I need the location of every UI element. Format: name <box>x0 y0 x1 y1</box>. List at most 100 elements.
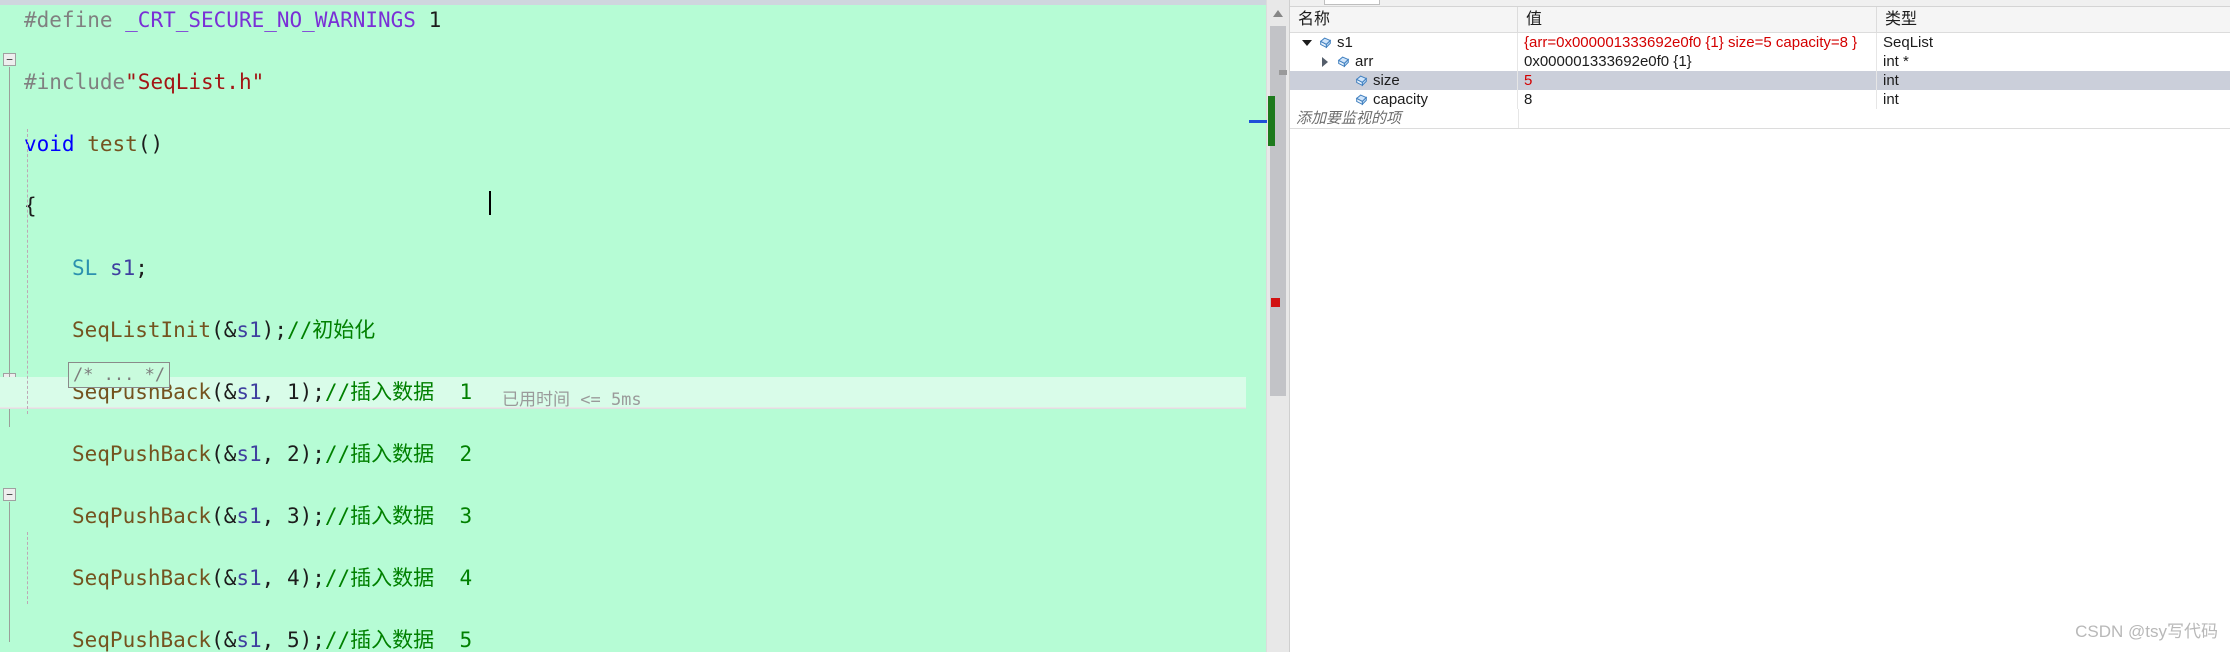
code-token: SL <box>72 256 98 280</box>
code-line-text: { <box>24 191 37 222</box>
watch-cell-name[interactable]: s1 <box>1290 33 1518 52</box>
add-watch-row[interactable]: 添加要监视的项 <box>1290 109 2230 128</box>
collapsed-comment-region[interactable]: /* ... */ <box>68 362 170 388</box>
tree-expand-arrow-icon[interactable] <box>1320 57 1330 67</box>
code-token: s1 <box>236 318 262 342</box>
code-token: s1 <box>236 504 262 528</box>
watch-cell-name[interactable]: size <box>1290 71 1518 90</box>
code-line-text: #include"SeqList.h" <box>24 67 264 98</box>
code-token: , 1); <box>261 380 325 404</box>
indent-guide-main-body <box>27 532 28 604</box>
code-line[interactable]: void test() <box>0 129 1246 160</box>
watch-row[interactable]: capacity 8 int <box>1290 90 2230 109</box>
add-watch-placeholder: 添加要监视的项 <box>1296 110 1402 127</box>
code-token: () <box>137 132 164 156</box>
code-token: , 5); <box>261 628 325 652</box>
code-token: //初始化 <box>286 318 376 342</box>
column-header-name[interactable]: 名称 <box>1290 7 1518 32</box>
code-token: //插入数据 3 <box>324 504 473 528</box>
editor-vertical-scrollbar[interactable] <box>1249 0 1289 652</box>
watch-cell-type: SeqList <box>1883 34 1934 51</box>
code-line[interactable]: SeqListInit(&s1);//初始化 <box>0 315 1246 346</box>
vs-debug-screenshot: −+− #define _CRT_SECURE_NO_WARNINGS 1#in… <box>0 0 2230 652</box>
code-token: s1 <box>236 380 262 404</box>
code-line[interactable]: SL s1; <box>0 253 1246 284</box>
code-token: SeqPushBack <box>72 566 212 590</box>
watch-cell-name[interactable]: arr <box>1290 52 1518 71</box>
code-line[interactable]: #include"SeqList.h" <box>0 67 1246 98</box>
field-icon <box>1354 93 1369 107</box>
code-token: 1 <box>415 8 442 32</box>
code-token: s1 <box>236 442 262 466</box>
column-header-value[interactable]: 值 <box>1518 7 1877 32</box>
code-line-text: SeqPushBack(&s1, 4);//插入数据 4 <box>72 563 472 594</box>
indent-guide-test-body <box>27 129 28 414</box>
tree-collapse-arrow-icon[interactable] <box>1302 38 1312 48</box>
watch-row[interactable]: s1 {arr=0x000001333692e0f0 {1} size=5 cap… <box>1290 33 2230 52</box>
column-header-type[interactable]: 类型 <box>1877 7 2230 32</box>
watch-row[interactable]: arr 0x000001333692e0f0 {1} int * <box>1290 52 2230 71</box>
watch-item-name: capacity <box>1373 91 1429 108</box>
code-line[interactable]: #define _CRT_SECURE_NO_WARNINGS 1 <box>0 5 1246 36</box>
code-line[interactable]: SeqPushBack(&s1, 3);//插入数据 3 <box>0 501 1246 532</box>
code-token: //插入数据 1 <box>324 380 473 404</box>
watch-cell-type: int <box>1883 91 1899 108</box>
code-token: _CRT_SECURE_NO_WARNINGS <box>125 8 416 32</box>
code-token: , 3); <box>261 504 325 528</box>
watch-item-name: arr <box>1355 53 1374 70</box>
code-token: SeqPushBack <box>72 442 212 466</box>
watch-cell-type: int * <box>1883 53 1909 70</box>
code-line[interactable]: SeqPushBack(&s1, 2);//插入数据 2 <box>0 439 1246 470</box>
code-token: (& <box>211 380 237 404</box>
code-token: { <box>24 194 37 218</box>
code-token: //插入数据 4 <box>324 566 473 590</box>
watch-column-header: 名称 值 类型 <box>1290 7 2230 33</box>
code-token: s1 <box>236 566 262 590</box>
code-token: , 2); <box>261 442 325 466</box>
code-token: SeqListInit <box>72 318 212 342</box>
code-line-text: SeqListInit(&s1);//初始化 <box>72 315 375 346</box>
scrollbar-caret-position-marker <box>1249 120 1267 123</box>
code-token: //插入数据 2 <box>324 442 473 466</box>
code-token: "SeqList.h" <box>125 70 265 94</box>
code-line-text: void test() <box>24 129 163 160</box>
add-watch-column-divider <box>1518 109 1519 128</box>
watch-cell-name[interactable]: capacity <box>1290 90 1518 109</box>
watch-search-box[interactable] <box>1324 0 1380 5</box>
code-line[interactable]: SeqPushBack(&s1, 4);//插入数据 4 <box>0 563 1246 594</box>
code-token: ; <box>135 256 148 280</box>
watch-item-name: s1 <box>1337 34 1353 51</box>
code-area[interactable]: #define _CRT_SECURE_NO_WARNINGS 1 #includ… <box>0 5 1246 652</box>
watch-cell-value[interactable]: 8 <box>1518 90 1877 109</box>
field-icon <box>1336 55 1351 69</box>
watch-cell-value[interactable]: 0x000001333692e0f0 {1} <box>1518 52 1877 71</box>
code-token: SeqPushBack <box>72 504 212 528</box>
watch-panel[interactable]: 名称 值 类型 s1 {arr=0x000001333692e0f0 {1} si… <box>1289 0 2230 652</box>
elapsed-time-annotation: 已用时间 <= 5ms <box>502 390 642 410</box>
watch-row[interactable]: size 5 int <box>1290 71 2230 90</box>
code-token: s1 <box>109 256 136 280</box>
code-token: (& <box>211 442 237 466</box>
scroll-up-arrow-icon[interactable] <box>1267 3 1289 23</box>
text-caret <box>489 191 491 215</box>
code-token: (& <box>211 504 237 528</box>
code-line-text: SeqPushBack(&s1, 5);//插入数据 5 <box>72 625 472 652</box>
watch-toolbar <box>1290 0 2230 7</box>
code-line[interactable]: { <box>0 191 1246 222</box>
code-line-text: SL s1; <box>72 253 148 284</box>
watch-list-bottom-border <box>1290 128 2230 129</box>
watermark: CSDN @tsy写代码 <box>2075 622 2218 641</box>
code-token: (& <box>211 566 237 590</box>
code-editor-pane[interactable]: −+− #define _CRT_SECURE_NO_WARNINGS 1#in… <box>0 0 1266 652</box>
scrollbar-selection-marker <box>1279 70 1287 75</box>
scrollbar-thumb[interactable] <box>1270 26 1286 396</box>
code-line[interactable]: SeqPushBack(&s1, 5);//插入数据 5 <box>0 625 1246 652</box>
watch-item-name: size <box>1373 72 1400 89</box>
watch-cell-value[interactable]: {arr=0x000001333692e0f0 {1} size=5 capac… <box>1518 33 1877 52</box>
code-token: s1 <box>236 628 262 652</box>
code-token: ); <box>261 318 287 342</box>
watch-cell-value[interactable]: 5 <box>1518 71 1877 90</box>
code-line-text: SeqPushBack(&s1, 2);//插入数据 2 <box>72 439 472 470</box>
